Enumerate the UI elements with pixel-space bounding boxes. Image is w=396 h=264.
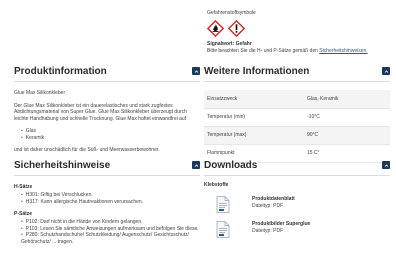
safety-notes-panel: Sicherheitshinweise H-Sätze H301: Giftig…	[14, 160, 200, 245]
further-info-title: Weitere Informationen	[204, 66, 310, 77]
table-row: Temperatur (max) 90°C	[204, 126, 390, 145]
safety-notes-header[interactable]: Sicherheitshinweise	[14, 160, 200, 176]
exclamation-icon	[228, 20, 245, 37]
safety-notes-link[interactable]: Sicherheitshinweisen.	[319, 48, 367, 54]
pdf-file-icon	[216, 221, 230, 238]
h-statements-heading: H-Sätze	[14, 184, 33, 190]
further-info-panel: Weitere Informationen Einsatzzweck Glas, …	[204, 66, 390, 163]
download-item[interactable]: Produktbilder Superglue Dateityp: PDF	[216, 221, 390, 238]
flame-icon	[207, 20, 224, 37]
collapse-button[interactable]	[192, 161, 200, 169]
product-closing: und ist daher unschädlich für die Süß- u…	[14, 147, 160, 153]
table-row: Temperatur (min) -10°C	[204, 108, 390, 127]
product-info-panel: Produktinformation Glue Max Silikonklebe…	[14, 66, 200, 154]
download-group-label: Klebstoffe	[204, 182, 229, 188]
download-text: Produktbilder Superglue Dateityp: PDF	[252, 221, 310, 234]
download-type: Dateityp: PDF	[252, 228, 284, 234]
ghs-icon-row	[207, 20, 392, 37]
list-item: P280: Schutzhandschuhe/ Schutzkleidung/ …	[21, 232, 200, 245]
signal-note: Bitte beachten Sie die H- und P-Sätze ge…	[207, 48, 392, 54]
chevron-up-icon	[194, 69, 198, 73]
signal-word: Signalwort: Gefahr	[207, 41, 252, 47]
downloads-header[interactable]: Downloads	[204, 160, 390, 176]
material-list: Glas Keramik	[21, 128, 200, 141]
row-value: -10°C	[304, 108, 390, 127]
safety-notes-title: Sicherheitshinweise	[14, 160, 111, 171]
product-info-header[interactable]: Produktinformation	[14, 66, 200, 82]
list-item: Keramik	[21, 135, 200, 142]
download-type: Dateityp: PDF	[252, 203, 284, 209]
list-item: H317: Kann allergische Hautreaktionen ve…	[21, 199, 200, 206]
p-statements-heading: P-Sätze	[14, 211, 33, 217]
downloads-title: Downloads	[204, 160, 258, 171]
h-statements-list: H301: Giftig bei Verschlucken. H317: Kan…	[21, 192, 200, 205]
ghs-title: Gefahrenstoffsymbole	[207, 10, 256, 16]
download-name[interactable]: Produktdatenblatt	[252, 196, 295, 202]
product-info-title: Produktinformation	[14, 66, 107, 77]
downloads-panel: Downloads Klebstoffe Produktdatenblatt D…	[204, 160, 390, 238]
signal-note-text: Bitte beachten Sie die H- und P-Sätze ge…	[207, 48, 320, 54]
product-description: Der Glue Max Silikonkleber ist ein dauer…	[14, 102, 187, 122]
further-info-header[interactable]: Weitere Informationen	[204, 66, 390, 82]
row-label: Temperatur (max)	[204, 126, 304, 145]
chevron-up-icon	[384, 69, 388, 73]
download-item[interactable]: Produktdatenblatt Dateityp: PDF	[216, 196, 390, 213]
table-row: Einsatzzweck Glas, Keramik	[204, 90, 390, 109]
collapse-button[interactable]	[192, 67, 200, 75]
download-name[interactable]: Produktbilder Superglue	[252, 221, 310, 227]
row-value: Glas, Keramik	[304, 90, 390, 109]
download-text: Produktdatenblatt Dateityp: PDF	[252, 196, 295, 209]
p-statements-list: P102: Darf nicht in die Hände von Kinder…	[21, 219, 200, 245]
collapse-button[interactable]	[382, 67, 390, 75]
chevron-up-icon	[194, 163, 198, 167]
ghs-section: Gefahrenstoffsymbole Signalwort: Gefahr …	[207, 10, 392, 54]
info-table: Einsatzzweck Glas, Keramik Temperatur (mi…	[204, 90, 390, 163]
row-label: Einsatzzweck	[204, 90, 304, 109]
collapse-button[interactable]	[382, 161, 390, 169]
chevron-up-icon	[384, 163, 388, 167]
product-name: Glue Max Silikonkleber	[14, 90, 66, 96]
row-label: Temperatur (min)	[204, 108, 304, 127]
row-value: 90°C	[304, 126, 390, 145]
pdf-file-icon	[216, 196, 230, 213]
